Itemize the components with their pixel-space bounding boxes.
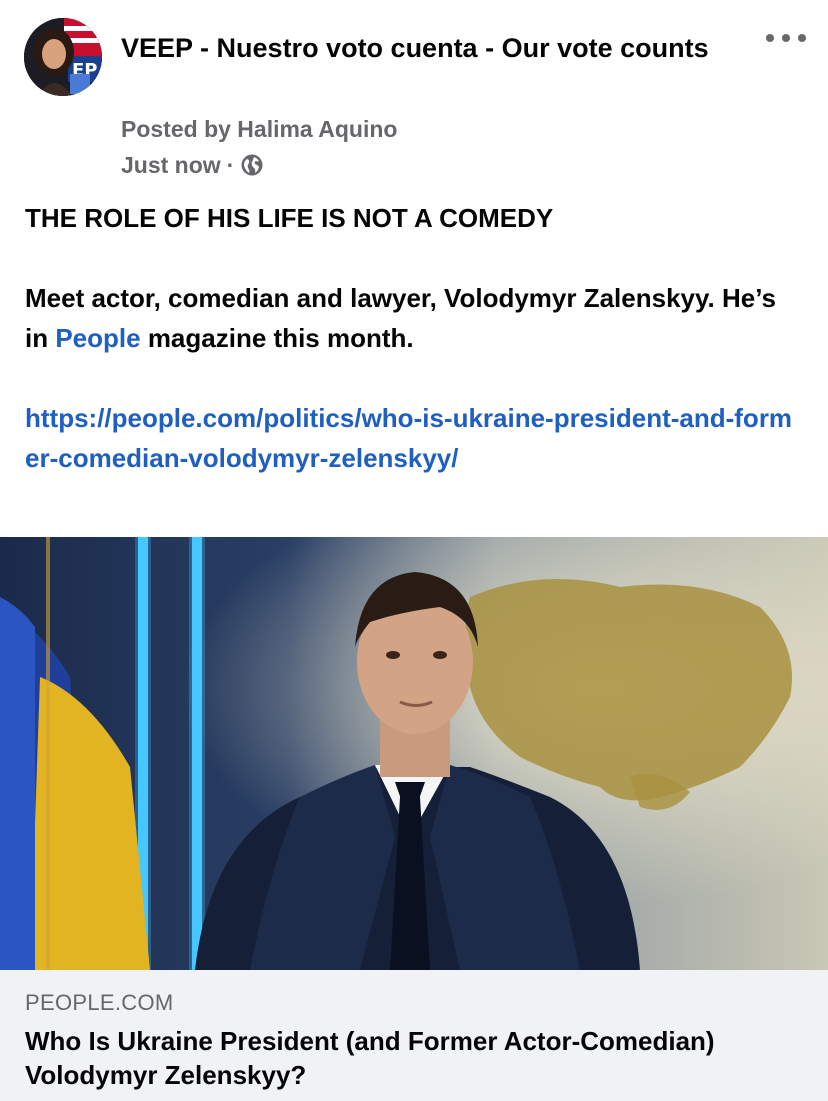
preview-domain: PEOPLE.COM bbox=[25, 990, 174, 1015]
post-paragraph: Meet actor, comedian and lawyer, Volodym… bbox=[25, 278, 805, 358]
article-url-link[interactable]: https://people.com/politics/who-is-ukrai… bbox=[25, 398, 805, 478]
group-name-link[interactable]: VEEP - Nuestro voto cuenta - Our vote co… bbox=[121, 28, 741, 68]
preview-title[interactable]: Who Is Ukraine President (and Former Act… bbox=[25, 1024, 785, 1092]
timestamp[interactable]: Just now bbox=[121, 149, 221, 181]
post-meta: Just now · bbox=[121, 149, 264, 181]
link-preview-card[interactable]: PEOPLE.COM Who Is Ukraine President (and… bbox=[0, 537, 828, 1101]
paragraph-text-end: magazine this month. bbox=[140, 323, 414, 353]
more-options-icon bbox=[766, 34, 774, 42]
globe-icon[interactable] bbox=[240, 153, 264, 177]
posted-by-text: Posted by Halima Aquino bbox=[121, 116, 398, 142]
post-text: THE ROLE OF HIS LIFE IS NOT A COMEDY Mee… bbox=[25, 198, 805, 518]
post-headline: THE ROLE OF HIS LIFE IS NOT A COMEDY bbox=[25, 203, 554, 233]
group-avatar[interactable]: EP bbox=[24, 18, 102, 96]
more-options-button[interactable] bbox=[766, 24, 806, 52]
preview-image[interactable] bbox=[0, 537, 828, 970]
post-header: EP VEEP - Nuestro voto cuenta - Our vote… bbox=[0, 0, 828, 190]
meta-separator: · bbox=[226, 152, 235, 178]
preview-caption[interactable]: PEOPLE.COM Who Is Ukraine President (and… bbox=[0, 970, 828, 1101]
people-inline-link[interactable]: People bbox=[55, 323, 140, 353]
